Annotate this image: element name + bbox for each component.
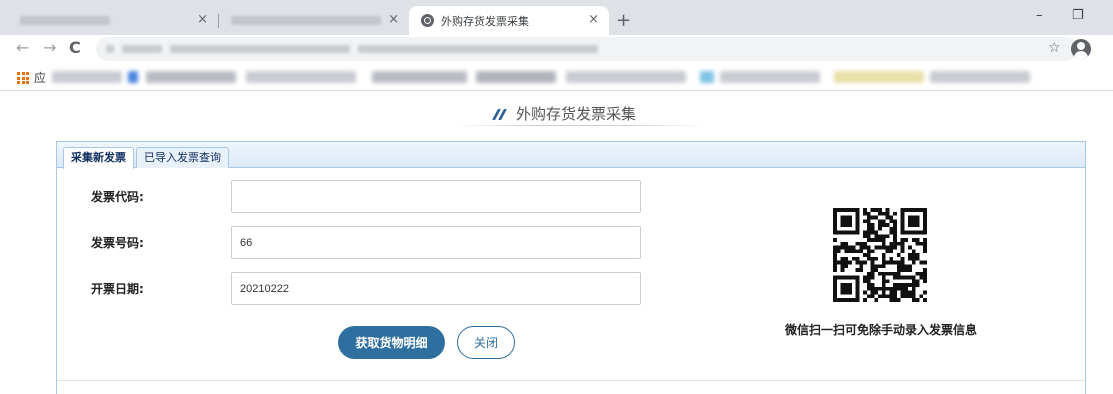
blurred-bookmark[interactable]: [128, 71, 138, 83]
blurred-bookmark[interactable]: [372, 71, 467, 83]
panel-tab-bar: 采集新发票 已导入发票查询: [57, 142, 1085, 169]
invoice-code-label: 发票代码:: [91, 190, 144, 204]
browser-tab-strip: × × 外购存货发票采集 × + – ❐: [0, 0, 1113, 35]
blurred-url: [358, 45, 598, 53]
qr-caption: 微信扫一扫可免除手动录入发票信息: [784, 323, 977, 337]
invoice-date-input[interactable]: [231, 272, 641, 305]
restore-button[interactable]: ❐: [1072, 8, 1084, 23]
invoice-code-input[interactable]: [231, 180, 641, 213]
address-bar[interactable]: [96, 37, 1078, 61]
blurred-bookmark[interactable]: [146, 71, 236, 83]
title-slash-icon: [492, 108, 510, 120]
blurred-bookmark[interactable]: [720, 71, 820, 83]
new-tab-button[interactable]: +: [616, 10, 631, 31]
blurred-bookmark[interactable]: [930, 71, 1030, 83]
page-title-text: 外购存货发票采集: [516, 105, 637, 123]
blurred-tab-title: [20, 16, 110, 25]
invoice-number-label: 发票号码:: [91, 236, 144, 250]
back-arrow-icon[interactable]: ←: [16, 39, 29, 57]
apps-grid-icon[interactable]: [17, 72, 29, 84]
invoice-collect-panel: 采集新发票 已导入发票查询 发票代码: 发票号码: 开票日期: 获取货物明细 关…: [56, 141, 1086, 394]
panel-footer-divider: [57, 380, 1085, 381]
tab-close-icon[interactable]: ×: [388, 13, 399, 27]
title-divider: [455, 125, 705, 126]
tab-close-icon[interactable]: ×: [197, 13, 208, 27]
close-button[interactable]: 关闭: [457, 326, 515, 359]
blurred-bookmark[interactable]: [700, 71, 714, 83]
blurred-bookmark[interactable]: [476, 71, 556, 83]
forward-arrow-icon[interactable]: →: [43, 39, 56, 57]
qr-code-icon: [833, 208, 927, 302]
tab-close-icon[interactable]: ×: [588, 13, 599, 27]
blurred-url: [122, 45, 162, 53]
invoice-number-input[interactable]: [231, 226, 641, 259]
blurred-tab-title: [231, 16, 381, 25]
star-icon[interactable]: ☆: [1048, 40, 1061, 56]
reload-icon[interactable]: C: [69, 39, 81, 57]
apps-label[interactable]: 应: [34, 69, 46, 86]
invoice-date-label: 开票日期:: [91, 282, 144, 296]
blurred-url: [106, 45, 114, 53]
blurred-bookmark[interactable]: [566, 71, 686, 83]
minimize-button[interactable]: –: [1036, 8, 1043, 23]
fetch-goods-details-button[interactable]: 获取货物明细: [338, 326, 445, 359]
page-title: 外购存货发票采集: [492, 103, 636, 124]
blurred-url: [170, 45, 350, 53]
blurred-bookmark[interactable]: [246, 71, 356, 83]
tab-imported-invoice-query[interactable]: 已导入发票查询: [136, 147, 229, 168]
active-tab-title: 外购存货发票采集: [441, 14, 529, 28]
globe-favicon-icon: [421, 14, 434, 27]
blurred-bookmark[interactable]: [52, 71, 122, 83]
browser-tab-1[interactable]: ×: [8, 6, 218, 35]
profile-icon[interactable]: [1071, 39, 1091, 59]
blurred-bookmark[interactable]: [834, 71, 924, 83]
browser-tab-2[interactable]: ×: [219, 6, 409, 35]
bookmarks-bar: 应: [0, 63, 1113, 91]
browser-toolbar: ← → C ☆: [0, 35, 1113, 63]
browser-tab-active[interactable]: 外购存货发票采集 ×: [409, 6, 609, 35]
tab-collect-new-invoice[interactable]: 采集新发票: [63, 147, 134, 169]
